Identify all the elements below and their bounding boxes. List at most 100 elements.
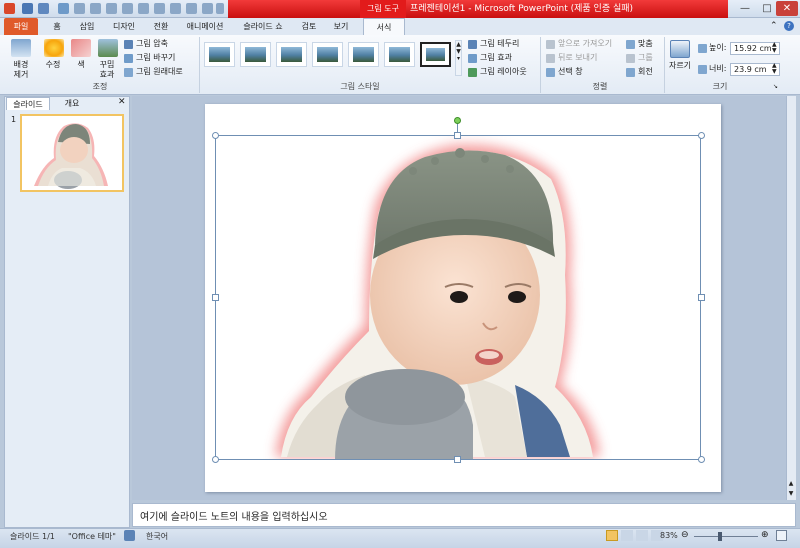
height-icon [698,44,707,53]
resize-handle-left[interactable] [212,294,219,301]
quick-access-icon[interactable] [106,3,117,14]
picture-layout-button[interactable]: 그림 레이아웃 [480,66,527,78]
quick-access-icon[interactable] [186,3,197,14]
zoom-slider-thumb[interactable] [718,532,722,541]
help-icon[interactable]: ? [784,21,794,31]
language[interactable]: 한국어 [146,531,168,542]
previous-slide-icon[interactable]: ▲ [786,480,796,489]
save-icon[interactable] [22,3,33,14]
zoom-level[interactable]: 83% [660,531,678,540]
undo-icon[interactable] [38,3,49,14]
redo-icon[interactable] [58,3,69,14]
quick-access-icon[interactable] [138,3,149,14]
picture-style-6[interactable] [384,42,415,67]
group-divider [664,37,665,93]
spell-check-icon[interactable] [124,530,135,541]
picture-style-5[interactable] [348,42,379,67]
size-dialog-launcher-icon[interactable]: ↘ [773,83,778,90]
picture-style-4[interactable] [312,42,343,67]
tab-outline[interactable]: 개요 [52,97,92,110]
normal-view-icon[interactable] [606,530,618,541]
resize-handle-bottom-left[interactable] [212,456,219,463]
reading-view-icon[interactable] [636,530,648,541]
quick-access-icon[interactable] [202,3,213,14]
remove-background-icon[interactable] [11,39,31,57]
quick-access-icon[interactable] [170,3,181,14]
notes-pane[interactable]: 여기에 슬라이드 노트의 내용을 입력하십시오 [132,503,796,527]
remove-background-button[interactable]: 배경 제거 [8,60,34,80]
remove-background-label-1: 배경 [13,60,29,69]
reset-picture-button[interactable]: 그림 원래대로 [136,66,183,78]
resize-handle-top-left[interactable] [212,132,219,139]
tab-insert[interactable]: 삽입 [74,18,100,35]
close-pane-icon[interactable]: ✕ [118,97,126,107]
quick-access-icon[interactable] [154,3,165,14]
width-spinner[interactable]: ▲ ▼ [772,63,777,75]
status-bar [0,528,800,548]
tab-view[interactable]: 보기 [328,18,354,35]
change-picture-button[interactable]: 그림 바꾸기 [136,52,175,64]
zoom-slider[interactable] [694,536,758,537]
quick-access-icon[interactable] [122,3,133,14]
customize-qat-icon[interactable] [216,3,224,14]
crop-icon[interactable] [670,40,690,58]
close-button[interactable]: ✕ [776,1,798,16]
slide-thumbnail[interactable] [20,114,124,192]
vertical-scrollbar[interactable] [786,96,796,500]
send-backward-button[interactable]: 뒤로 보내기 [558,52,597,64]
tab-format[interactable]: 서식 [363,18,405,35]
selection-pane-button[interactable]: 선택 창 [558,66,583,78]
rotate-button[interactable]: 회전 [638,66,653,78]
color-icon[interactable] [71,39,91,57]
group-icon [626,54,635,63]
fit-to-window-icon[interactable] [776,530,787,541]
resize-handle-bottom[interactable] [454,456,461,463]
next-slide-icon[interactable]: ▼ [786,490,796,499]
corrections-icon[interactable] [44,39,64,57]
tab-home[interactable]: 홈 [46,18,68,35]
change-picture-icon [124,54,133,63]
crop-button[interactable]: 자르기 [666,61,694,71]
resize-handle-top-right[interactable] [698,132,705,139]
picture-style-7[interactable] [420,42,451,67]
tab-slides[interactable]: 슬라이드 [6,97,50,110]
quick-access-icon[interactable] [90,3,101,14]
picture-style-2[interactable] [240,42,271,67]
picture-style-3[interactable] [276,42,307,67]
picture-effects-button[interactable]: 그림 효과 [480,52,512,64]
minimize-button[interactable]: — [734,1,756,16]
corrections-button[interactable]: 수정 [40,60,66,70]
artistic-effects-button[interactable]: 꾸밈 효과 [94,60,120,80]
slide-counter: 슬라이드 1/1 [10,532,55,541]
quick-access-icon[interactable] [74,3,85,14]
zoom-in-icon[interactable]: ⊕ [761,530,769,540]
style-gallery-scroll[interactable]: ▲ ▼ ▾ [455,40,462,76]
tab-animations[interactable]: 애니메이션 [180,18,230,35]
resize-handle-bottom-right[interactable] [698,456,705,463]
rotate-icon [626,68,635,77]
ribbon-minimize-icon[interactable]: ⌃ [770,21,778,31]
resize-handle-right[interactable] [698,294,705,301]
tab-design[interactable]: 디자인 [106,18,142,35]
tab-transitions[interactable]: 전환 [148,18,174,35]
zoom-out-icon[interactable]: ⊖ [681,530,689,540]
resize-handle-top[interactable] [454,132,461,139]
rotation-handle[interactable] [454,117,461,124]
tab-slideshow[interactable]: 슬라이드 쇼 [236,18,290,35]
picture-border-button[interactable]: 그림 테두리 [480,38,519,50]
align-button[interactable]: 맞춤 [638,38,653,50]
group-button[interactable]: 그룹 [638,52,653,64]
maximize-button[interactable]: □ [756,1,778,16]
height-spinner[interactable]: ▲ ▼ [772,42,777,54]
color-button[interactable]: 색 [70,60,92,70]
slide-sorter-icon[interactable] [621,530,633,541]
artistic-effects-icon[interactable] [98,39,118,57]
powerpoint-logo-icon [4,3,15,14]
picture-style-1[interactable] [204,42,235,67]
tab-file[interactable]: 파일 [4,18,38,35]
compress-pictures-button[interactable]: 그림 압축 [136,38,168,50]
bring-forward-button[interactable]: 앞으로 가져오기 [558,38,612,50]
tab-review[interactable]: 검토 [296,18,322,35]
slide-thumbnail-image [34,123,108,189]
group-divider [540,37,541,93]
